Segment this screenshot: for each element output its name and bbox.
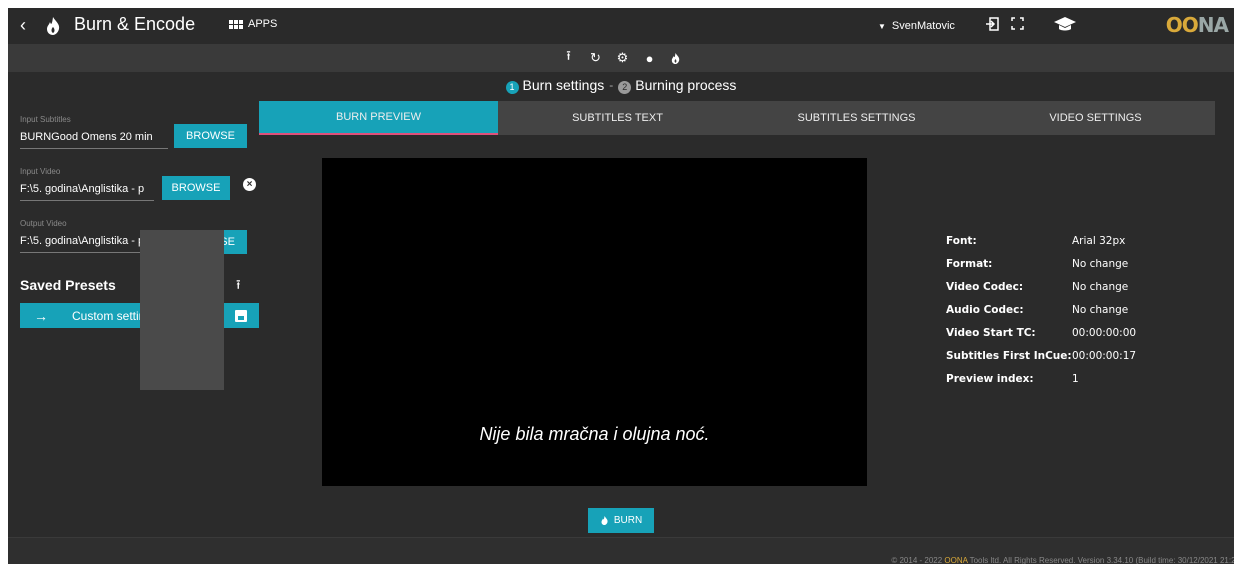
field-underline — [20, 148, 168, 149]
arrow-right-icon: → — [34, 307, 48, 324]
footer-brand[interactable]: OONA — [944, 556, 967, 564]
tab-subtitles-text[interactable]: SUBTITLES TEXT — [498, 101, 737, 135]
input-video-field[interactable]: F:\5. godina\Anglistika - p — [20, 183, 154, 195]
info-value: 00:00:00:17 — [1072, 350, 1137, 362]
brand-logo: OONA — [1165, 13, 1229, 37]
subtitle-text: Nije bila mračna i olujna noć. — [479, 424, 710, 444]
tab-bar: BURN PREVIEW SUBTITLES TEXT SUBTITLES SE… — [259, 101, 1215, 135]
upload-icon[interactable]: ⭱ — [562, 47, 576, 69]
gear-icon[interactable]: ⚙ — [616, 50, 630, 66]
step-label: Burning process — [635, 76, 737, 93]
info-key: Subtitles First InCue: — [946, 350, 1072, 362]
flame-icon — [601, 516, 608, 525]
step-number: 2 — [618, 80, 632, 94]
info-key: Preview index: — [946, 373, 1034, 385]
tab-burn-preview[interactable]: BURN PREVIEW — [259, 101, 498, 135]
apps-label: APPS — [248, 18, 278, 30]
user-name: SvenMatovic — [891, 20, 955, 32]
graduation-cap-icon[interactable] — [1053, 15, 1077, 33]
tool-row: ⭱ ↻ ⚙ ● — [8, 44, 1234, 72]
step-number: 1 — [505, 80, 519, 94]
fullscreen-icon[interactable] — [1011, 17, 1024, 30]
top-bar: ‹ Burn & Encode APPS ▼ SvenMatovic OONA — [8, 8, 1234, 44]
tab-video-settings[interactable]: VIDEO SETTINGS — [976, 101, 1215, 135]
apps-button[interactable]: APPS — [229, 18, 277, 30]
info-value: No change — [1072, 281, 1129, 293]
input-subtitles-field[interactable]: BURNGood Omens 20 min — [20, 131, 168, 143]
saved-presets-title: Saved Presets — [20, 277, 116, 293]
caret-down-icon: ▼ — [878, 21, 886, 31]
info-key: Video Codec: — [946, 281, 1024, 293]
info-value: No change — [1072, 258, 1129, 270]
refresh-icon[interactable]: ↻ — [589, 50, 603, 66]
info-value: No change — [1072, 304, 1129, 316]
info-value: Arial 32px — [1072, 235, 1126, 247]
footer: © 2014 - 2022 OONA Tools ltd. All Rights… — [8, 537, 1234, 564]
output-video-label: Output Video — [20, 219, 67, 228]
tab-subtitles-settings[interactable]: SUBTITLES SETTINGS — [737, 101, 976, 135]
browse-video-button[interactable]: BROWSE — [162, 176, 230, 200]
app-title: Burn & Encode — [74, 14, 196, 34]
step-burning-process[interactable]: 2 Burning process — [618, 77, 736, 94]
field-underline — [20, 200, 154, 201]
alert-icon[interactable]: ● — [643, 51, 657, 66]
app-window: ‹ Burn & Encode APPS ▼ SvenMatovic OONA … — [8, 8, 1234, 564]
info-values-panel — [140, 230, 224, 390]
info-value: 1 — [1072, 373, 1079, 385]
copyright-text: © 2014 - 2022 OONA Tools ltd. All Rights… — [891, 556, 1234, 564]
video-preview: Nije bila mračna i olujna noć. — [322, 158, 867, 486]
input-video-label: Input Video — [20, 167, 61, 176]
info-value: 00:00:00:00 — [1072, 327, 1137, 339]
info-key: Format: — [946, 258, 993, 270]
step-burn-settings[interactable]: 1 Burn settings — [505, 76, 605, 94]
apps-grid-icon — [229, 19, 243, 29]
flame-icon[interactable] — [670, 52, 681, 65]
save-icon[interactable] — [235, 309, 247, 322]
info-key: Font: — [946, 235, 977, 247]
step-indicator: 1 Burn settings - 2 Burning process — [8, 74, 1234, 96]
flame-icon — [47, 17, 60, 35]
browse-subtitles-button[interactable]: BROWSE — [174, 124, 247, 148]
upload-preset-icon[interactable]: ⭱ — [236, 276, 241, 298]
step-label: Burn settings — [522, 76, 605, 93]
input-subtitles-label: Input Subtitles — [20, 115, 71, 124]
info-key: Video Start TC: — [946, 327, 1036, 339]
logout-icon[interactable] — [985, 17, 999, 31]
step-separator: - — [609, 78, 614, 92]
burn-button[interactable]: BURN — [588, 508, 654, 533]
info-key: Audio Codec: — [946, 304, 1024, 316]
user-menu[interactable]: ▼ SvenMatovic — [878, 20, 955, 32]
burn-label: BURN — [613, 515, 643, 526]
clear-icon[interactable]: × — [243, 178, 256, 191]
back-icon[interactable]: ‹ — [20, 15, 26, 36]
